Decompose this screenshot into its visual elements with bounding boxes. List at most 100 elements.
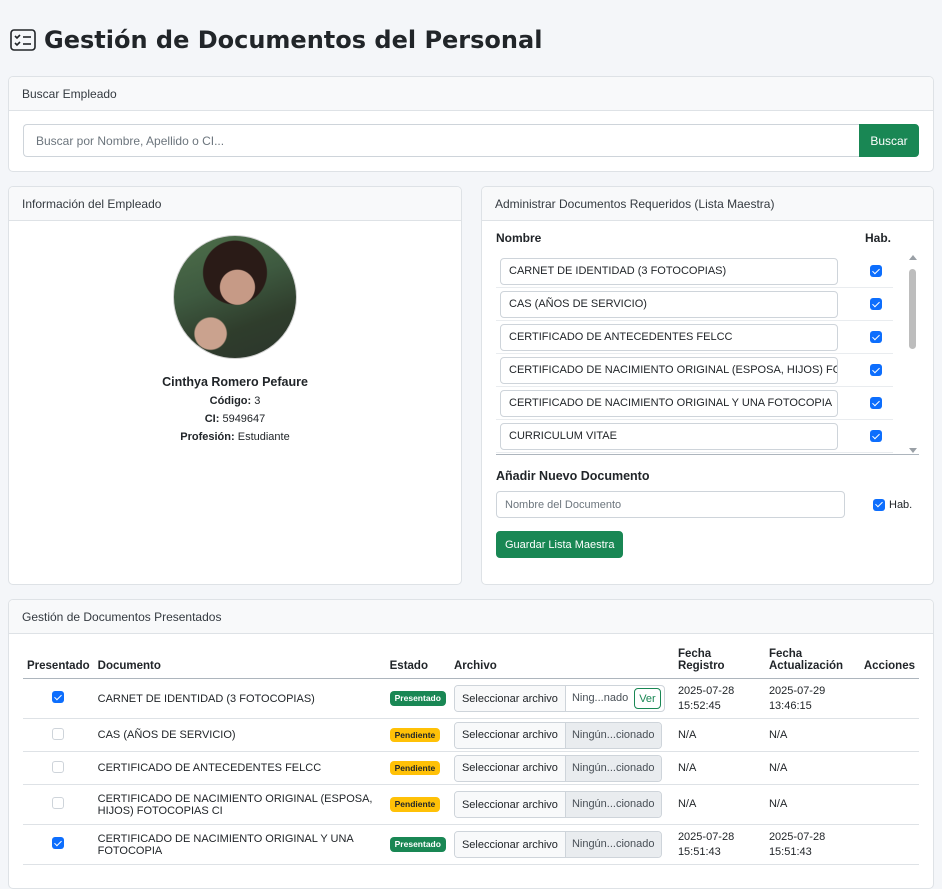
document-name: CERTIFICADO DE NACIMIENTO ORIGINAL Y UNA…	[93, 824, 386, 865]
document-name: CARNET DE IDENTIDAD (3 FOTOCOPIAS)	[93, 678, 386, 719]
employee-card-header: Información del Empleado	[9, 187, 461, 221]
master-list-row: CERTIFICADO DE NACIMIENTO ORIGINAL (ESPO…	[496, 354, 893, 387]
employee-profession: Profesión: Estudiante	[180, 431, 290, 443]
selected-file-name: Ningún...cionado	[565, 792, 661, 817]
master-list-row: CAS (AÑOS DE SERVICIO)	[496, 288, 893, 321]
checkbox-unchecked-icon[interactable]	[52, 727, 65, 740]
status-badge: Pendiente	[389, 797, 441, 812]
checkbox-unchecked-icon[interactable]	[52, 760, 65, 773]
status-badge: Presentado	[389, 691, 446, 706]
employee-avatar	[173, 235, 297, 359]
master-item-name-input[interactable]: CAS (AÑOS DE SERVICIO)	[500, 290, 838, 318]
file-input-group[interactable]: Seleccionar archivo Ningún...cionado	[453, 754, 662, 782]
select-file-button[interactable]: Seleccionar archivo	[454, 686, 566, 711]
master-item-name-input[interactable]: CERTIFICADO DE NACIMIENTO ORIGINAL Y UNA…	[500, 389, 838, 417]
scroll-down-arrow-icon[interactable]	[909, 448, 917, 453]
employee-code: Código: 3	[209, 395, 261, 407]
checkbox-checked-icon[interactable]	[52, 691, 65, 703]
select-file-button[interactable]: Seleccionar archivo	[454, 792, 566, 817]
new-document-hab-toggle[interactable]: Hab.	[873, 498, 912, 511]
selected-file-name: Ningún...cionado	[565, 722, 661, 748]
table-row: CARNET DE IDENTIDAD (3 FOTOCOPIAS) Presen…	[23, 678, 919, 719]
status-badge: Pendiente	[389, 760, 441, 776]
select-file-button[interactable]: Seleccionar archivo	[454, 832, 566, 857]
checkbox-checked-icon[interactable]	[870, 331, 882, 343]
selected-file-name: Ningún...cionado	[565, 832, 661, 857]
search-input[interactable]	[23, 124, 859, 157]
select-file-button[interactable]: Seleccionar archivo	[454, 722, 566, 748]
checkbox-unchecked-icon[interactable]	[52, 797, 65, 809]
add-document-title: Añadir Nuevo Documento	[496, 469, 650, 483]
master-list-header: Administrar Documentos Requeridos (Lista…	[482, 187, 933, 221]
master-list-scroll[interactable]: CARNET DE IDENTIDAD (3 FOTOCOPIAS) CAS (A…	[496, 255, 919, 455]
master-list-row: CERTIFICADO DE ANTECEDENTES FELCC	[496, 321, 893, 354]
table-row: CERTIFICADO DE NACIMIENTO ORIGINAL Y UNA…	[23, 824, 919, 865]
scroll-thumb[interactable]	[909, 269, 916, 349]
search-button[interactable]: Buscar	[859, 124, 919, 157]
col-reg-date: Fecha Registro	[673, 644, 765, 679]
registration-date: N/A	[673, 784, 765, 825]
file-input-group[interactable]: Seleccionar archivo Ningún...cionado	[453, 831, 662, 858]
selected-file-name: Ningún...cionado	[565, 755, 661, 781]
registration-date: N/A	[673, 718, 765, 752]
registration-date: 2025-07-28 15:52:45	[673, 678, 765, 719]
col-file: Archivo	[449, 644, 674, 679]
search-card: Buscar Empleado Buscar	[8, 76, 934, 172]
presented-documents-card: Gestión de Documentos Presentados Presen…	[8, 599, 934, 889]
select-file-button[interactable]: Seleccionar archivo	[454, 755, 566, 781]
master-list-card: Administrar Documentos Requeridos (Lista…	[481, 186, 934, 585]
file-input-group[interactable]: Seleccionar archivo Ningún...cionado	[453, 721, 662, 749]
new-document-input[interactable]	[496, 491, 845, 518]
checkbox-checked-icon[interactable]	[870, 430, 882, 442]
page-title-text: Gestión de Documentos del Personal	[44, 26, 543, 54]
presented-documents-table: Presentado Documento Estado Archivo Fech…	[23, 644, 919, 865]
checkbox-checked-icon[interactable]	[873, 498, 885, 511]
checkbox-checked-icon[interactable]	[52, 837, 65, 849]
row-actions	[856, 824, 919, 865]
master-list-row: CARNET DE IDENTIDAD (3 FOTOCOPIAS)	[496, 255, 893, 288]
page-title: Gestión de Documentos del Personal	[8, 20, 934, 60]
master-col-hab: Hab.	[864, 231, 891, 245]
master-list-columns: Nombre Hab.	[496, 221, 919, 255]
status-badge: Presentado	[389, 837, 446, 852]
employee-ci: CI: 5949647	[204, 413, 266, 425]
row-actions	[856, 678, 919, 719]
scroll-up-arrow-icon[interactable]	[909, 255, 917, 260]
scrollbar[interactable]	[905, 255, 919, 454]
view-file-button[interactable]: Ver	[634, 688, 661, 709]
registration-date: N/A	[673, 751, 765, 785]
file-input-group[interactable]: Seleccionar archivo Ning...nado Ver	[453, 685, 665, 712]
update-date: 2025-07-29 13:46:15	[764, 678, 857, 719]
master-list-row: CERTIFICADO DE NACIMIENTO ORIGINAL Y UNA…	[496, 387, 893, 420]
page: Gestión de Documentos del Personal Busca…	[0, 0, 942, 889]
master-item-name-input[interactable]: CARNET DE IDENTIDAD (3 FOTOCOPIAS)	[500, 257, 838, 285]
search-card-header: Buscar Empleado	[9, 77, 933, 111]
col-upd-date: Fecha Actualización	[764, 644, 857, 679]
master-col-name: Nombre	[496, 231, 542, 245]
row-actions	[856, 751, 919, 785]
presented-documents-header: Gestión de Documentos Presentados	[9, 600, 933, 634]
registration-date: 2025-07-28 15:51:43	[673, 824, 765, 865]
update-date: N/A	[764, 784, 857, 825]
document-name: CAS (AÑOS DE SERVICIO)	[93, 718, 386, 752]
employee-card: Información del Empleado Cinthya Romero …	[8, 186, 462, 585]
update-date: 2025-07-28 15:51:43	[764, 824, 857, 865]
checkbox-checked-icon[interactable]	[870, 397, 882, 409]
save-master-list-button[interactable]: Guardar Lista Maestra	[496, 531, 624, 558]
master-item-name-input[interactable]: CERTIFICADO DE ANTECEDENTES FELCC	[500, 323, 838, 351]
table-row: CAS (AÑOS DE SERVICIO) Pendiente Seleccion…	[23, 718, 919, 752]
selected-file-name: Ning...nado	[565, 686, 635, 711]
update-date: N/A	[764, 718, 857, 752]
checkbox-checked-icon[interactable]	[870, 298, 882, 310]
checkbox-checked-icon[interactable]	[870, 265, 882, 277]
employee-name: Cinthya Romero Pefaure	[162, 375, 308, 389]
master-list-row: CURRICULUM VITAE	[496, 420, 893, 453]
row-actions	[856, 784, 919, 825]
col-status: Estado	[385, 644, 450, 679]
col-actions: Acciones	[856, 644, 919, 679]
master-item-name-input[interactable]: CERTIFICADO DE NACIMIENTO ORIGINAL (ESPO…	[500, 356, 838, 384]
file-input-group[interactable]: Seleccionar archivo Ningún...cionado	[453, 791, 662, 818]
master-item-name-input[interactable]: CURRICULUM VITAE	[500, 422, 838, 450]
checklist-icon	[10, 29, 36, 51]
checkbox-checked-icon[interactable]	[870, 364, 882, 376]
